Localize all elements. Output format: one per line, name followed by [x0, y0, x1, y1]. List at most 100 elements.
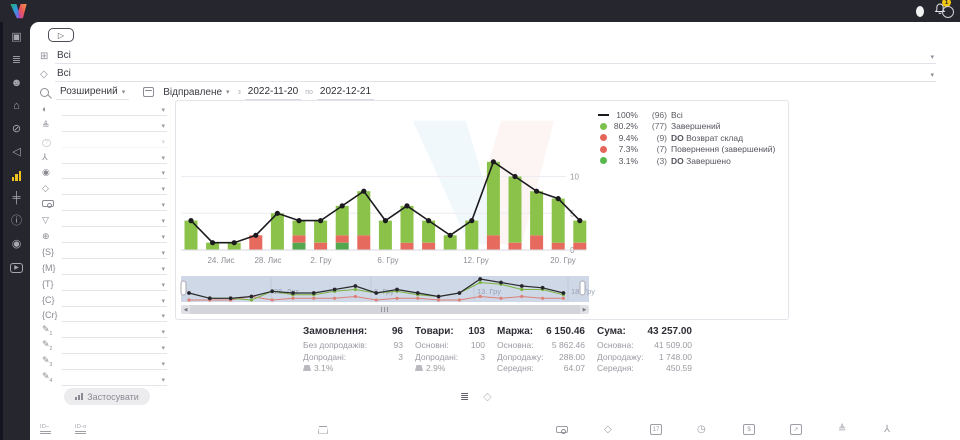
- category-select[interactable]: Всі ▾: [55, 48, 936, 64]
- filter-select[interactable]: ▾: [62, 122, 167, 132]
- brush-handle-right[interactable]: [580, 281, 585, 295]
- play-icon: ▷: [58, 31, 64, 40]
- scrollbar-track[interactable]: [190, 305, 580, 314]
- money-icon[interactable]: [556, 422, 568, 437]
- filter-select[interactable]: ▾: [62, 106, 167, 116]
- rail-promo-icon[interactable]: ◁: [6, 144, 28, 161]
- filter-select[interactable]: ▾: [62, 281, 167, 291]
- rail-customers-icon[interactable]: ☻: [6, 75, 28, 92]
- filter-row: ▽▾: [42, 211, 167, 227]
- filter-select[interactable]: ▾: [62, 185, 167, 195]
- date-from-input[interactable]: 2022-11-20: [245, 84, 301, 100]
- scrollbar-grip[interactable]: [381, 307, 390, 312]
- list-view-toggle[interactable]: ≣: [460, 390, 469, 403]
- org-icon[interactable]: ⅄: [884, 422, 890, 437]
- product-icon: ◇: [40, 69, 55, 80]
- logo[interactable]: [9, 2, 28, 26]
- calendar-money-icon[interactable]: $: [743, 422, 755, 437]
- filter-select[interactable]: ▾: [62, 297, 167, 307]
- filter-select[interactable]: ▾: [62, 201, 167, 211]
- search-row: Розширений▾ Відправлене▾ з 2022-11-20 по…: [40, 84, 374, 100]
- package-view-toggle[interactable]: ◇: [483, 390, 491, 403]
- svg-text:2. Гру: 2. Гру: [310, 256, 331, 265]
- product-select[interactable]: Всі ▾: [55, 66, 936, 82]
- rail-tools-icon[interactable]: ╪: [6, 190, 28, 207]
- legend-marker-icon: [596, 146, 610, 153]
- package-icon[interactable]: ◇: [604, 422, 612, 437]
- filter-select[interactable]: ▾: [62, 249, 167, 259]
- basket-icon[interactable]: [318, 422, 328, 437]
- legend-item[interactable]: 7.3%(7)Повернення (завершений): [596, 144, 775, 156]
- user-avatar-icon[interactable]: [916, 6, 924, 17]
- legend-item[interactable]: 80.2%(77)Завершений: [596, 121, 775, 133]
- orders-icon: ≣: [12, 55, 21, 66]
- search-mode-select[interactable]: Розширений▾: [56, 84, 129, 100]
- filter-row: {S}▾: [42, 243, 167, 259]
- chevron-down-icon: ▾: [161, 249, 165, 257]
- chevron-down-icon: ▾: [161, 106, 165, 114]
- rail-info-icon[interactable]: ⓘ: [6, 213, 28, 230]
- date-to-input[interactable]: 2022-12-21: [317, 84, 374, 100]
- globe-icon: ⊕: [42, 232, 62, 243]
- chevron-down-icon: ▾: [161, 265, 165, 273]
- id-link-icon[interactable]: ID-o: [75, 422, 87, 437]
- filter-select[interactable]: ▾: [62, 360, 167, 370]
- footer-toolbar: ID– ID-o ◇ 17 ◷ $ ↗ ≜ ⅄: [30, 420, 960, 440]
- filter-select[interactable]: ▾: [62, 154, 167, 164]
- svg-text:6. Гру: 6. Гру: [377, 256, 398, 265]
- custom-field-4-icon: ✎4: [42, 372, 62, 386]
- chart-scrollbar[interactable]: ◀ ▶: [181, 305, 589, 314]
- filter-row: ◉▾: [42, 164, 167, 180]
- filter-select[interactable]: ▾: [62, 233, 167, 243]
- apply-button[interactable]: Застосувати: [64, 388, 150, 405]
- clock-icon[interactable]: ◷: [697, 422, 706, 437]
- id-list-icon[interactable]: ID–: [40, 422, 51, 437]
- legend-item[interactable]: 3.1%(3)DO Завершено: [596, 155, 775, 167]
- filter-panel: ◐▾≜▾?▾⅄▾◉▾◇▾▾▽▾⊕▾{S}▾{M}▾{T}▾{C}▾{Cr}▾✎1…: [42, 100, 167, 386]
- profile-circle-icon[interactable]: [942, 6, 954, 18]
- stat-column: Сума:43 257.00Основна:41 509.00Допродажу…: [597, 326, 692, 375]
- filter-select[interactable]: ▾: [62, 217, 167, 227]
- utm-medium-icon: {M}: [42, 264, 62, 275]
- rail-orders-icon[interactable]: ≣: [6, 52, 28, 69]
- rail-support-icon[interactable]: ◉: [6, 236, 28, 253]
- calendar-send-icon[interactable]: ↗: [790, 422, 802, 437]
- chevron-down-icon: ▾: [930, 71, 934, 79]
- filter-row: {C}▾: [42, 291, 167, 307]
- filter-select[interactable]: ▾: [62, 169, 167, 179]
- tag-icon: ⊘: [12, 124, 21, 135]
- tutorial-play-button[interactable]: ▷: [48, 28, 74, 42]
- chevron-down-icon: ▾: [930, 53, 934, 61]
- scroll-right-icon[interactable]: ▶: [580, 307, 589, 313]
- scroll-left-icon[interactable]: ◀: [181, 307, 190, 313]
- layers-icon[interactable]: ≜: [838, 422, 846, 437]
- filter-row: ⅄▾: [42, 148, 167, 164]
- chevron-down-icon: ▾: [161, 217, 165, 225]
- stat-column: Товари:103Основні:100Допродані:32.9%: [415, 326, 485, 375]
- rail-analytics-icon[interactable]: [6, 167, 28, 184]
- filter-select[interactable]: ▾: [62, 376, 167, 386]
- rail-tag-icon[interactable]: ⊘: [6, 121, 28, 138]
- date-field-select[interactable]: Відправлене▾: [159, 85, 233, 100]
- rail-store-icon[interactable]: ⌂: [6, 98, 28, 115]
- filter-select[interactable]: ▾: [62, 328, 167, 338]
- rail-dashboard-icon[interactable]: ▣: [6, 29, 28, 46]
- filter-select[interactable]: ▾: [62, 265, 167, 275]
- chevron-down-icon: ▾: [161, 154, 165, 162]
- from-label: з: [238, 89, 241, 96]
- utm-term-icon: {T}: [42, 280, 62, 291]
- filter-select[interactable]: ▾: [62, 138, 167, 148]
- rail-video-icon[interactable]: ▶: [6, 259, 28, 276]
- calendar-day-icon[interactable]: 17: [650, 422, 662, 437]
- region-icon: ◐: [42, 105, 62, 116]
- overview-brush-chart[interactable]: 28. Лис6. Гру13. Гру18. Гру: [176, 273, 788, 305]
- filter-select[interactable]: ▾: [62, 344, 167, 354]
- legend-item[interactable]: 100%(96)Всі: [596, 109, 775, 121]
- chevron-down-icon: ▾: [161, 297, 165, 305]
- filter-select[interactable]: ▾: [62, 312, 167, 322]
- legend-item[interactable]: 9.4%(9)DO Возврат склад: [596, 132, 775, 144]
- chevron-down-icon: ▾: [161, 328, 165, 336]
- brush-handle-left[interactable]: [181, 281, 186, 295]
- chevron-down-icon: ▾: [161, 281, 165, 289]
- layers-icon: ≜: [42, 121, 62, 132]
